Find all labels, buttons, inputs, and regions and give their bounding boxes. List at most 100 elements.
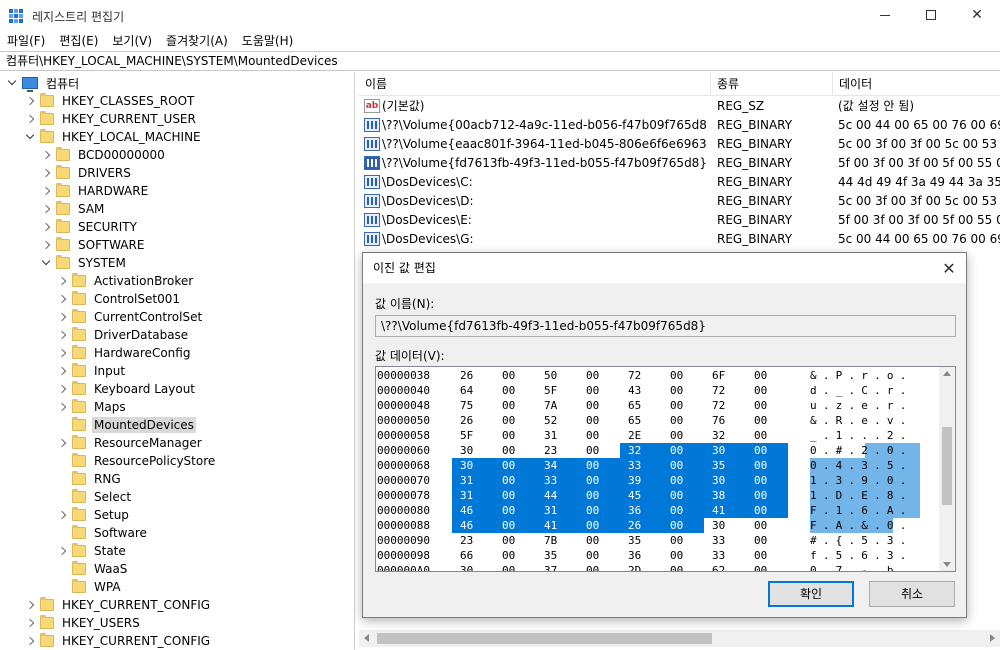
tree-node-resourcemanager[interactable]: ResourceManager [57,434,204,452]
tree-node-wpa[interactable]: WPA [72,578,123,596]
hex-scrollbar-thumb[interactable] [942,427,952,505]
tree-node-mounteddevices[interactable]: MountedDevices [72,416,196,434]
hex-row[interactable]: 00000048 75 00 7A 00 65 00 72 00 u.z.e.r. [376,398,941,413]
chevron-right-icon[interactable] [57,326,67,344]
hex-row[interactable]: 00000068 30 00 34 00 33 00 35 00 0.4.3.5. [376,458,941,473]
chevron-right-icon[interactable] [41,146,51,164]
hex-row[interactable]: 00000090 23 00 7B 00 35 00 33 00 #.{.5.3. [376,533,941,548]
chevron-right-icon[interactable] [57,272,67,290]
chevron-down-icon[interactable] [7,74,17,92]
chevron-right-icon[interactable] [25,632,35,650]
tree-node-computer[interactable]: 컴퓨터 [7,74,81,92]
chevron-right-icon[interactable] [41,182,51,200]
menu-favorites[interactable]: 즐겨찾기(A) [159,32,235,50]
chevron-right-icon[interactable] [25,614,35,632]
horizontal-scrollbar[interactable] [359,630,1000,647]
chevron-right-icon[interactable] [57,362,67,380]
list-row[interactable]: \DosDevices\G: REG_BINARY 5c 00 44 00 65 0… [359,230,1000,249]
chevron-right-icon[interactable] [57,398,67,416]
tree-node-hkey_current_user[interactable]: HKEY_CURRENT_USER [25,110,198,128]
tree-node-hardwareconfig[interactable]: HardwareConfig [57,344,192,362]
value-name-field[interactable]: \??\Volume{fd7613fb-49f3-11ed-b055-f47b0… [375,315,956,337]
scroll-up-icon[interactable] [943,371,951,376]
chevron-right-icon[interactable] [41,236,51,254]
chevron-right-icon[interactable] [41,218,51,236]
tree-node-keyboard-layout[interactable]: Keyboard Layout [57,380,197,398]
chevron-right-icon[interactable] [25,596,35,614]
chevron-down-icon[interactable] [25,128,35,146]
tree-node-state[interactable]: State [57,542,128,560]
column-header-name[interactable]: 이름 [359,72,711,96]
tree-node-hkey_classes_root[interactable]: HKEY_CLASSES_ROOT [25,92,196,110]
scrollbar-thumb[interactable] [377,633,712,644]
list-row[interactable]: \??\Volume{eaac801f-3964-11ed-b045-806e6… [359,135,1000,154]
tree-node-software[interactable]: Software [72,524,149,542]
chevron-right-icon[interactable] [57,506,67,524]
chevron-right-icon[interactable] [57,344,67,362]
tree-node-setup[interactable]: Setup [57,506,131,524]
hex-row[interactable]: 00000038 26 00 50 00 72 00 6F 00 &.P.r.o. [376,368,941,383]
tree-node-hkey_current_config[interactable]: HKEY_CURRENT_CONFIG [25,596,212,614]
hex-editor[interactable]: 00000038 26 00 50 00 72 00 6F 00 &.P.r.o. 00000040… [375,366,956,572]
hex-row[interactable]: 000000A0 30 00 37 00 2D 00 62 00 0.7.-.b. [376,563,941,571]
chevron-right-icon[interactable] [57,434,67,452]
menu-view[interactable]: 보기(V) [105,32,159,50]
tree-node-sam[interactable]: SAM [41,200,106,218]
hex-row[interactable]: 00000078 31 00 44 00 45 00 38 00 1.D.E.8. [376,488,941,503]
hex-row[interactable]: 00000058 5F 00 31 00 2E 00 32 00 _.1...2. [376,428,941,443]
tree-node-security[interactable]: SECURITY [41,218,139,236]
tree-node-driverdatabase[interactable]: DriverDatabase [57,326,190,344]
menu-edit[interactable]: 편집(E) [52,32,105,50]
chevron-right-icon[interactable] [57,380,67,398]
address-bar[interactable]: 컴퓨터\HKEY_LOCAL_MACHINE\SYSTEM\MountedDev… [0,51,1000,71]
hex-row[interactable]: 00000088 46 00 41 00 26 00 30 00 F.A.&.0. [376,518,941,533]
chevron-right-icon[interactable] [57,542,67,560]
tree-node-input[interactable]: Input [57,362,127,380]
tree-node-hardware[interactable]: HARDWARE [41,182,150,200]
tree-node-resourcepolicystore[interactable]: ResourcePolicyStore [72,452,217,470]
chevron-right-icon[interactable] [41,200,51,218]
hex-row[interactable]: 00000080 46 00 31 00 36 00 41 00 F.1.6.A. [376,503,941,518]
dialog-close-button[interactable]: ✕ [932,253,966,283]
tree-node-drivers[interactable]: DRIVERS [41,164,133,182]
tree-node-controlset001[interactable]: ControlSet001 [57,290,182,308]
tree-node-software[interactable]: SOFTWARE [41,236,146,254]
hex-row[interactable]: 00000040 64 00 5F 00 43 00 72 00 d._.C.r. [376,383,941,398]
minimize-button[interactable] [862,0,908,30]
tree-node-system[interactable]: SYSTEM [41,254,128,272]
tree-node-hkey_local_machine[interactable]: HKEY_LOCAL_MACHINE [25,128,203,146]
scroll-down-icon[interactable] [943,562,951,567]
tree-node-bcd00000000[interactable]: BCD00000000 [41,146,167,164]
chevron-right-icon[interactable] [25,92,35,110]
tree-node-hkey_users[interactable]: HKEY_USERS [25,614,142,632]
list-row[interactable]: \DosDevices\E: REG_BINARY 5f 00 3f 00 3f 0… [359,211,1000,230]
cancel-button[interactable]: 취소 [869,581,955,607]
list-row[interactable]: \??\Volume{fd7613fb-49f3-11ed-b055-f47b0… [359,154,1000,173]
column-header-type[interactable]: 종류 [711,72,833,96]
list-row[interactable]: \??\Volume{00acb712-4a9c-11ed-b056-f47b0… [359,116,1000,135]
ok-button[interactable]: 확인 [768,581,854,607]
column-header-data[interactable]: 데이터 [833,72,1000,96]
hex-row[interactable]: 00000050 26 00 52 00 65 00 76 00 &.R.e.v. [376,413,941,428]
chevron-right-icon[interactable] [41,164,51,182]
hex-vertical-scrollbar[interactable] [939,367,955,571]
list-row[interactable]: \DosDevices\C: REG_BINARY 44 4d 49 4f 3a 4… [359,173,1000,192]
scroll-left-icon[interactable] [364,634,369,642]
tree-node-maps[interactable]: Maps [57,398,128,416]
chevron-right-icon[interactable] [57,308,67,326]
hex-row[interactable]: 00000070 31 00 33 00 39 00 30 00 1.3.9.0. [376,473,941,488]
tree-node-hkey_current_config[interactable]: HKEY_CURRENT_CONFIG [25,632,212,650]
list-row[interactable]: \DosDevices\D: REG_BINARY 5c 00 3f 00 3f 0… [359,192,1000,211]
tree-node-currentcontrolset[interactable]: CurrentControlSet [57,308,204,326]
close-window-button[interactable]: ✕ [954,0,1000,30]
menu-help[interactable]: 도움말(H) [235,32,301,50]
tree-node-select[interactable]: Select [72,488,133,506]
hex-row[interactable]: 00000060 30 00 23 00 32 00 30 00 0.#.2.0. [376,443,941,458]
registry-tree[interactable]: 컴퓨터 HKEY_CLASSES_ROOT HKEY_CURRENT_USER HKE… [0,72,355,650]
tree-node-rng[interactable]: RNG [72,470,123,488]
menu-file[interactable]: 파일(F) [0,32,52,50]
chevron-right-icon[interactable] [57,290,67,308]
tree-node-activationbroker[interactable]: ActivationBroker [57,272,195,290]
hex-row[interactable]: 00000098 66 00 35 00 36 00 33 00 f.5.6.3. [376,548,941,563]
maximize-button[interactable] [908,0,954,30]
